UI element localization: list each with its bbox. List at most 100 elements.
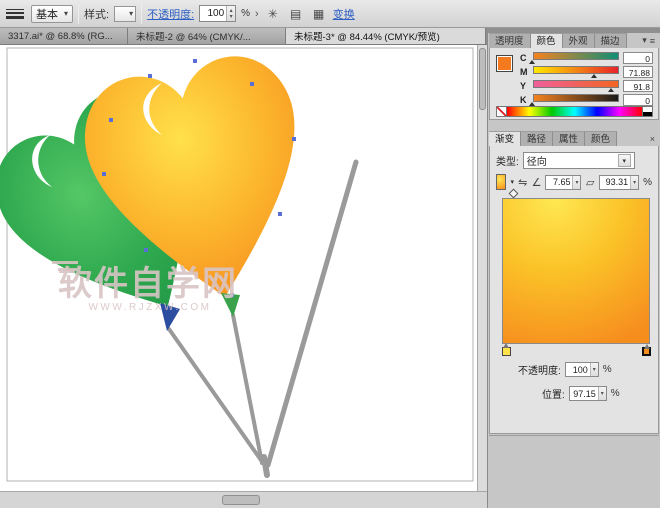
style-label: 样式: (84, 6, 109, 22)
chevron-right-icon[interactable]: › (255, 8, 259, 20)
tab-color2[interactable]: 颜色 (585, 131, 617, 146)
percent-sign: % (611, 388, 620, 399)
black-white-swatches[interactable] (643, 106, 653, 117)
tab-stroke[interactable]: 描边 (595, 33, 627, 48)
chevron-down-icon: ▾ (618, 154, 631, 167)
opacity-link[interactable]: 不透明度: (147, 6, 194, 22)
gradient-opacity-value: 100 (566, 365, 590, 375)
gradient-stop-left[interactable] (502, 347, 511, 356)
gradient-type-dropdown[interactable]: 径向 ▾ (523, 152, 635, 169)
channel-value-c[interactable]: 0 (623, 52, 653, 64)
doc-tab-1[interactable]: 3317.ai* @ 68.8% (RG... (0, 28, 128, 44)
gradient-panel-group: 渐变 路径 属性 颜色 × 类型: 径向 ▾ ▾ ⇋ ∠ (489, 131, 659, 434)
tab-transparency[interactable]: 透明度 (489, 33, 531, 48)
spinner-arrows-icon[interactable]: ▴▾ (226, 6, 235, 21)
channel-value-y[interactable]: 91.8 (623, 80, 653, 92)
spinner-arrows-icon[interactable]: ▾ (590, 363, 598, 376)
aspect-ratio-icon: ▱ (585, 174, 595, 190)
channel-slider-m[interactable] (533, 66, 619, 78)
watermark-subtitle: WWW.RJZXW.COM (88, 302, 211, 313)
gradient-swatch[interactable] (496, 174, 506, 190)
gradient-stop-strip[interactable] (502, 345, 650, 357)
vertical-scrollbar[interactable] (477, 45, 487, 491)
gradient-position-input[interactable]: 97.15 ▾ (569, 386, 607, 401)
symbol-icon[interactable]: ✳ (264, 5, 282, 23)
channel-label: Y (520, 81, 529, 91)
tab-color[interactable]: 颜色 (531, 33, 563, 48)
tab-pathfinder[interactable]: 路径 (521, 131, 553, 146)
panel-menu-icon[interactable]: ▾≡ (627, 33, 659, 48)
doc-tab-label: 未标题-2 @ 64% (CMYK/... (136, 29, 251, 43)
panel-dock: 透明度 颜色 外观 描边 ▾≡ C 0 M (487, 33, 660, 508)
opacity-value: 100 (200, 8, 226, 19)
doc-tab-label: 3317.ai* @ 68.8% (RG... (8, 31, 113, 42)
percent-sign: % (241, 8, 250, 19)
opacity-input[interactable]: 100 ▴▾ (199, 5, 236, 22)
transform-link[interactable]: 变换 (333, 6, 355, 22)
channel-value-k[interactable]: 0 (623, 94, 653, 106)
reverse-gradient-icon[interactable]: ⇋ (518, 174, 528, 190)
doc-tab-label: 未标题-3* @ 84.44% (CMYK/预览) (294, 29, 440, 43)
channel-label: M (520, 67, 529, 77)
horizontal-scrollbar-thumb[interactable] (222, 495, 260, 505)
opacity-label: 不透明度: (518, 362, 561, 377)
color-spectrum-row (496, 106, 653, 117)
chevron-down-icon[interactable]: ▾ (510, 178, 514, 186)
stroke-styles-icon[interactable] (6, 7, 26, 21)
gradient-angle-input[interactable]: 7.65 ▾ (545, 175, 581, 190)
color-mixer: C 0 M 71.88 Y (489, 48, 659, 120)
horizontal-scrollbar[interactable] (0, 491, 487, 508)
channel-row-m: M 71.88 (520, 66, 653, 78)
gradient-preview[interactable] (502, 198, 650, 344)
percent-sign: % (643, 177, 652, 188)
spinner-arrows-icon[interactable]: ▾ (630, 176, 638, 189)
position-label: 位置: (542, 386, 565, 401)
chevron-down-icon: ▾ (129, 10, 133, 18)
spinner-arrows-icon[interactable]: ▾ (598, 387, 606, 400)
channel-label: C (520, 53, 529, 63)
gradient-midpoint-marker[interactable] (509, 189, 519, 199)
slider-marker[interactable] (591, 74, 597, 78)
artboard-canvas[interactable]: 软件自学网 WWW.RJZXW.COM (0, 45, 477, 491)
style-dropdown[interactable]: ▾ (114, 6, 136, 22)
color-panel-tabs: 透明度 颜色 外观 描边 ▾≡ (489, 33, 659, 48)
tab-attributes[interactable]: 属性 (553, 131, 585, 146)
color-spectrum-bar[interactable] (507, 106, 643, 117)
gradient-opacity-input[interactable]: 100 ▾ (565, 362, 599, 377)
type-label: 类型: (496, 153, 519, 168)
fill-color-swatch[interactable] (496, 55, 513, 72)
document-setup-icon[interactable]: ▤ (287, 5, 305, 23)
gradient-type-row: 类型: 径向 ▾ (490, 152, 658, 169)
channel-row-y: Y 91.8 (520, 80, 653, 92)
channel-slider-c[interactable] (533, 52, 619, 64)
angle-value: 7.65 (546, 177, 572, 187)
slider-marker[interactable] (608, 88, 614, 92)
gradient-position-value: 97.15 (570, 389, 598, 399)
tab-appearance[interactable]: 外观 (563, 33, 595, 48)
grid-icon[interactable]: ▦ (310, 5, 328, 23)
panel-divider (489, 435, 659, 436)
gradient-panel-tabs: 渐变 路径 属性 颜色 × (489, 131, 659, 146)
spinner-arrows-icon[interactable]: ▾ (572, 176, 580, 189)
tab-gradient[interactable]: 渐变 (489, 131, 521, 146)
basic-appearance-dropdown[interactable]: 基本 ▾ (31, 5, 73, 23)
panel-close-icon[interactable]: × (617, 131, 659, 146)
doc-tab-2[interactable]: 未标题-2 @ 64% (CMYK/... (128, 28, 286, 44)
gradient-options-row: ▾ ⇋ ∠ 7.65 ▾ ▱ 93.31 ▾ % (490, 174, 658, 190)
channel-row-k: K 0 (520, 94, 653, 106)
slider-marker[interactable] (529, 60, 535, 64)
angle-icon: ∠ (532, 174, 542, 190)
gradient-opacity-row: 不透明度: 100 ▾ % (490, 362, 658, 377)
none-color-swatch[interactable] (496, 106, 507, 117)
channel-label: K (520, 95, 529, 105)
gradient-stop-right[interactable] (642, 347, 651, 356)
channel-slider-y[interactable] (533, 80, 619, 92)
channel-slider-k[interactable] (533, 94, 619, 106)
watermark-title: 软件自学网 (58, 264, 238, 303)
doc-tab-3-active[interactable]: 未标题-3* @ 84.44% (CMYK/预览) (286, 28, 486, 44)
vertical-scrollbar-thumb[interactable] (479, 48, 486, 110)
channel-value-m[interactable]: 71.88 (623, 66, 653, 78)
aspect-value: 93.31 (600, 177, 630, 187)
toolbar-separator (141, 4, 142, 24)
gradient-aspect-input[interactable]: 93.31 ▾ (599, 175, 639, 190)
